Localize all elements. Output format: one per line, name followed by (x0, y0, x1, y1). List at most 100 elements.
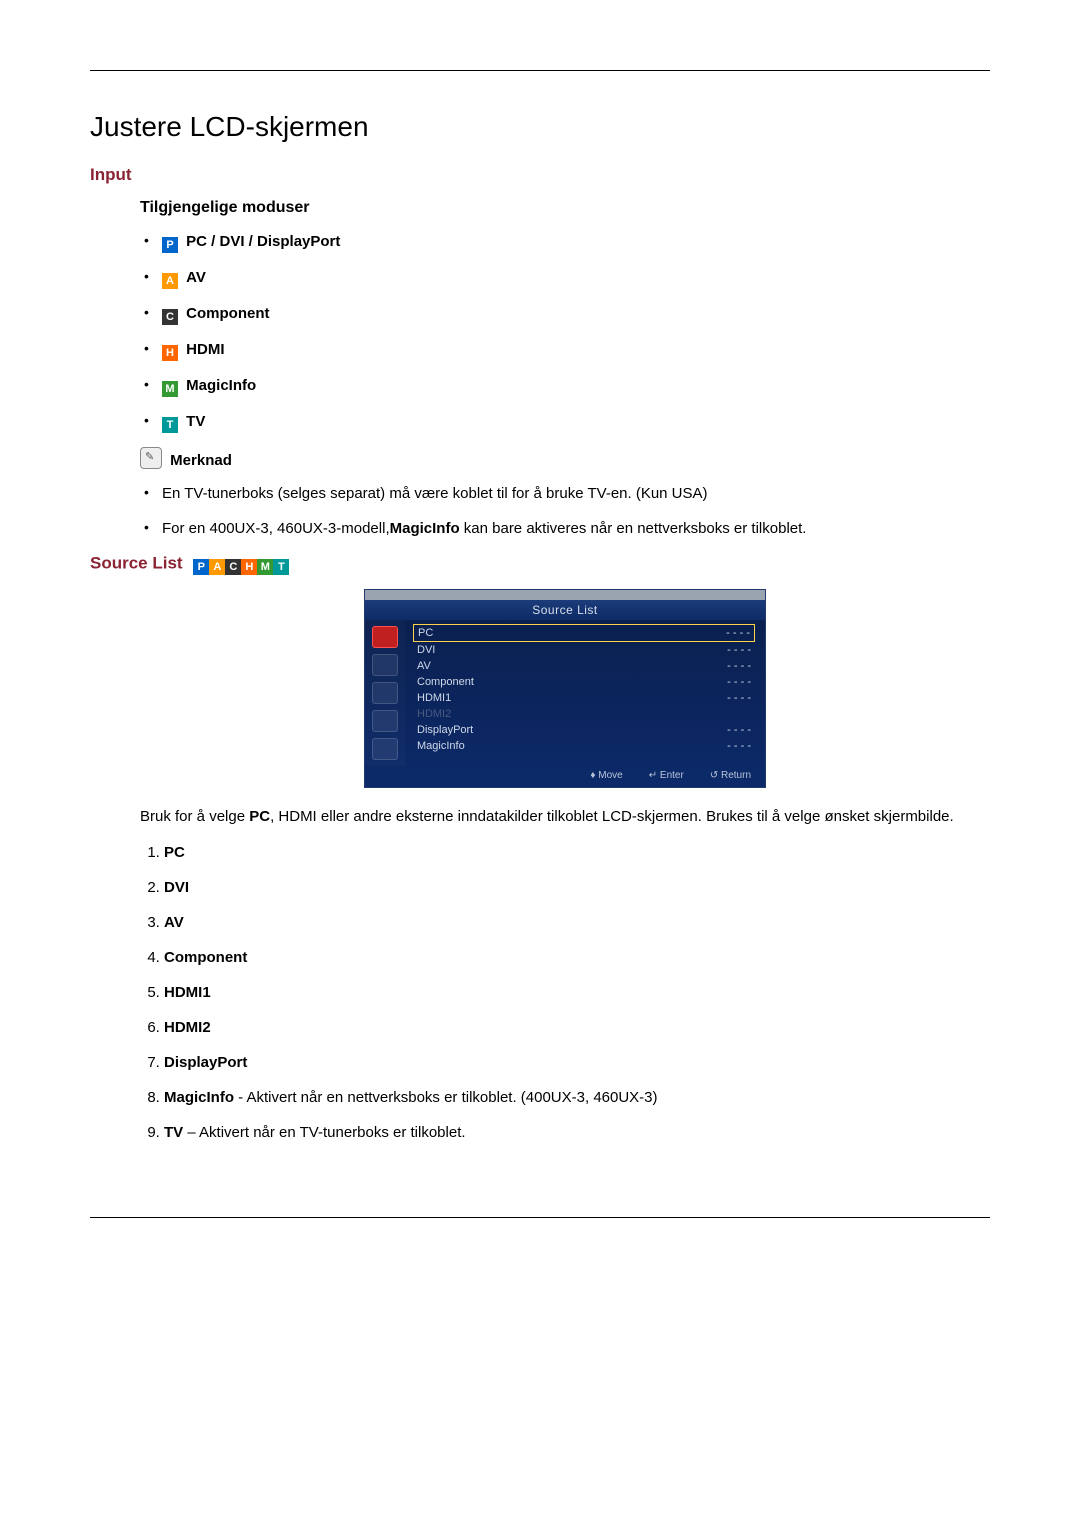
osd-row-value: - - - - (727, 644, 751, 656)
p-icon: P (193, 559, 209, 575)
osd-footer-enter-label: Enter (660, 770, 684, 781)
osd-screenshot: Source List PC - - - - DVI - - (364, 589, 766, 788)
p-icon: P (162, 237, 178, 253)
mode-label: TV (186, 413, 205, 430)
osd-row-label: HDMI1 (417, 692, 451, 704)
source-label: AV (164, 914, 184, 931)
input-heading: Input (90, 165, 990, 185)
osd-row-label: PC (418, 627, 433, 639)
osd-footer-return-label: Return (721, 770, 751, 781)
osd-sidebar (365, 620, 405, 766)
osd-row-value: - - - - (727, 676, 751, 688)
osd-row-label: DisplayPort (417, 724, 473, 736)
modes-list: P PC / DVI / DisplayPort A AV C Componen… (140, 231, 990, 433)
source-label: HDMI2 (164, 1019, 211, 1036)
source-body-c: , HDMI eller andre eksterne inndatakilde… (270, 808, 954, 825)
note-text-b: MagicInfo (390, 520, 460, 537)
source-item-3: AV (164, 912, 990, 933)
osd-side-icon (372, 738, 398, 760)
osd-row-magicinfo: MagicInfo - - - - (413, 738, 755, 754)
note-label: Merknad (170, 452, 232, 469)
m-icon: M (162, 381, 178, 397)
source-item-9: TV – Aktivert når en TV-tunerboks er til… (164, 1122, 990, 1143)
source-label: HDMI1 (164, 984, 211, 1001)
m-icon: M (257, 559, 273, 575)
note-text-a: For en 400UX-3, 460UX-3-modell, (162, 520, 390, 537)
osd-row-value: - - - - (727, 692, 751, 704)
source-desc: – Aktivert når en TV-tunerboks er tilkob… (183, 1124, 465, 1141)
osd-row-label: Component (417, 676, 474, 688)
source-list-heading-row: Source List PACHMT (90, 553, 990, 575)
mode-label: PC / DVI / DisplayPort (186, 233, 340, 250)
note-icon (140, 447, 162, 469)
source-label: DVI (164, 879, 189, 896)
osd-row-value: - - - - (727, 740, 751, 752)
osd-row-dvi: DVI - - - - (413, 642, 755, 658)
source-item-7: DisplayPort (164, 1052, 990, 1073)
osd-row-label: DVI (417, 644, 435, 656)
osd-row-hdmi1: HDMI1 - - - - (413, 690, 755, 706)
mode-label: MagicInfo (186, 377, 256, 394)
source-list-heading: Source List (90, 553, 183, 572)
osd-row-value: - - - - (727, 724, 751, 736)
osd-footer-return: ↺ Return (710, 770, 751, 781)
osd-list: PC - - - - DVI - - - - AV - - - - Compon… (405, 620, 765, 766)
osd-footer-move: ♦ Move (590, 770, 622, 781)
osd-row-hdmi2: HDMI2 (413, 706, 755, 722)
source-item-5: HDMI1 (164, 982, 990, 1003)
h-icon: H (241, 559, 257, 575)
osd-row-displayport: DisplayPort - - - - (413, 722, 755, 738)
source-item-8: MagicInfo - Aktivert når en nettverksbok… (164, 1087, 990, 1108)
osd-side-icon (372, 682, 398, 704)
osd-row-value: - - - - (727, 660, 751, 672)
source-body-a: Bruk for å velge (140, 808, 249, 825)
osd-footer-move-label: Move (598, 770, 622, 781)
osd-row-label: MagicInfo (417, 740, 465, 752)
source-body-text: Bruk for å velge PC, HDMI eller andre ek… (140, 806, 990, 828)
bottom-rule (90, 1217, 990, 1218)
source-body-b: PC (249, 808, 270, 825)
note-heading: Merknad (140, 447, 990, 469)
top-rule (90, 70, 990, 71)
source-desc: - Aktivert når en nettverksboks er tilko… (234, 1089, 658, 1106)
h-icon: H (162, 345, 178, 361)
mode-item-av: A AV (140, 267, 990, 289)
source-label: Component (164, 949, 247, 966)
osd-footer: ♦ Move ↵ Enter ↺ Return (365, 766, 765, 787)
mode-item-tv: T TV (140, 411, 990, 433)
a-icon: A (209, 559, 225, 575)
note-item-2: For en 400UX-3, 460UX-3-modell,MagicInfo… (140, 518, 990, 539)
osd-side-icon (372, 654, 398, 676)
osd-row-label: HDMI2 (417, 708, 451, 720)
t-icon: T (273, 559, 289, 575)
osd-row-value: - - - - (726, 627, 750, 639)
t-icon: T (162, 417, 178, 433)
osd-side-icon (372, 626, 398, 648)
source-label: MagicInfo (164, 1089, 234, 1106)
note-text-c: kan bare aktiveres når en nettverksboks … (460, 520, 807, 537)
osd-side-icon (372, 710, 398, 732)
page-title: Justere LCD-skjermen (90, 111, 990, 143)
mode-item-magicinfo: M MagicInfo (140, 375, 990, 397)
osd-row-pc: PC - - - - (413, 624, 755, 642)
source-item-6: HDMI2 (164, 1017, 990, 1038)
source-item-2: DVI (164, 877, 990, 898)
mode-item-component: C Component (140, 303, 990, 325)
mode-label: Component (186, 305, 269, 322)
note-text: En TV-tunerboks (selges separat) må være… (162, 485, 708, 502)
osd-row-av: AV - - - - (413, 658, 755, 674)
source-label: PC (164, 844, 185, 861)
osd-row-label: AV (417, 660, 431, 672)
available-modes-heading: Tilgjengelige moduser (140, 199, 990, 217)
mode-item-hdmi: H HDMI (140, 339, 990, 361)
osd-title: Source List (365, 600, 765, 620)
source-item-1: PC (164, 842, 990, 863)
osd-tab-bar (365, 590, 765, 600)
osd-row-component: Component - - - - (413, 674, 755, 690)
mode-label: HDMI (186, 341, 224, 358)
c-icon: C (225, 559, 241, 575)
osd-footer-enter: ↵ Enter (649, 770, 684, 781)
c-icon: C (162, 309, 178, 325)
mode-item-pc: P PC / DVI / DisplayPort (140, 231, 990, 253)
source-list-icons: PACHMT (193, 553, 289, 575)
